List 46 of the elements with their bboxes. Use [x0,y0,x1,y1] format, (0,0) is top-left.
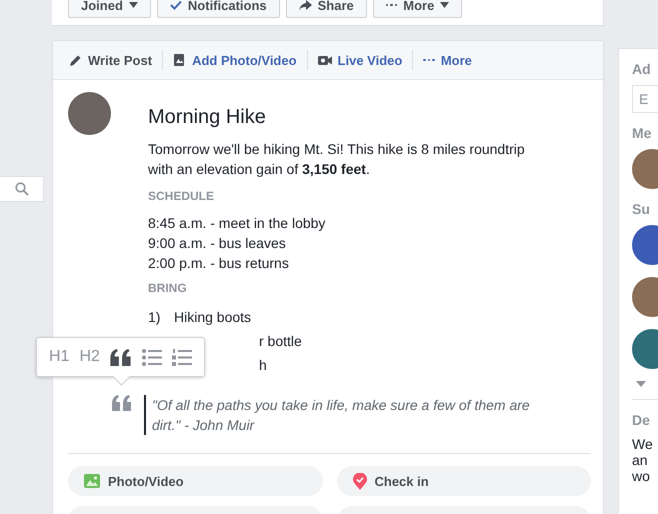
attach-button[interactable]: Check in [336,466,591,496]
composer-tab[interactable]: More [413,41,482,79]
check-icon [170,0,182,10]
group-action-button[interactable]: Notifications [156,0,280,18]
schedule-line: 2:00 p.m. - bus returns [148,254,290,273]
list-item-text: r bottle [259,332,302,351]
attach-button[interactable]: Photo/Video [68,466,322,496]
list-number: 1) [148,308,162,327]
composer-tab[interactable]: Write Post [59,41,162,79]
side-heading: Me [632,125,652,141]
photo-icon [84,474,100,488]
search-icon [14,182,28,196]
schedule-line: 8:45 a.m. - meet in the lobby [148,214,326,233]
group-action-button[interactable]: Share [286,0,367,18]
group-action-button[interactable]: More [372,0,462,18]
caret-icon [440,2,450,8]
section-heading: BRING [148,281,188,295]
post-title: Morning Hike [148,106,267,129]
list-item-text: h [259,356,267,375]
photo-icon [173,53,186,67]
bulleted-list-icon [142,348,162,366]
schedule-line: 9:00 a.m. - bus leaves [148,234,287,253]
side-heading: Ad [632,61,652,77]
numbered-list-icon [172,348,192,366]
composer-tab[interactable]: Add Photo/Video [163,41,307,79]
location-pin-icon [352,472,366,490]
composer-tab[interactable]: Live Video [308,41,412,79]
side-heading: De [632,412,651,428]
block-quote: "Of all the paths you take in life, make sure a few of them are dirt." - John Muir [144,395,544,435]
side-heading: Su [632,201,651,217]
share-arrow-icon [298,0,312,10]
post-text: Tomorrow we'll be hiking Mt. Si! This hike is 8 miles roundtrip with an elevation gain of 3,150 feet. [148,140,526,179]
description-text: We [632,436,654,452]
group-action-button[interactable]: Joined [68,0,151,18]
description-text: an [632,452,649,468]
quote-icon [112,395,132,411]
avatar [68,92,111,135]
description-text: wo [632,468,651,484]
caret-icon [636,381,646,387]
quote-icon [110,348,132,366]
search-button[interactable] [0,176,44,202]
video-camera-icon [318,54,332,66]
section-heading: SCHEDULE [148,189,216,203]
list-item-text: Hiking boots [174,308,252,327]
caret-icon [128,2,138,8]
pencil-icon [69,54,82,66]
